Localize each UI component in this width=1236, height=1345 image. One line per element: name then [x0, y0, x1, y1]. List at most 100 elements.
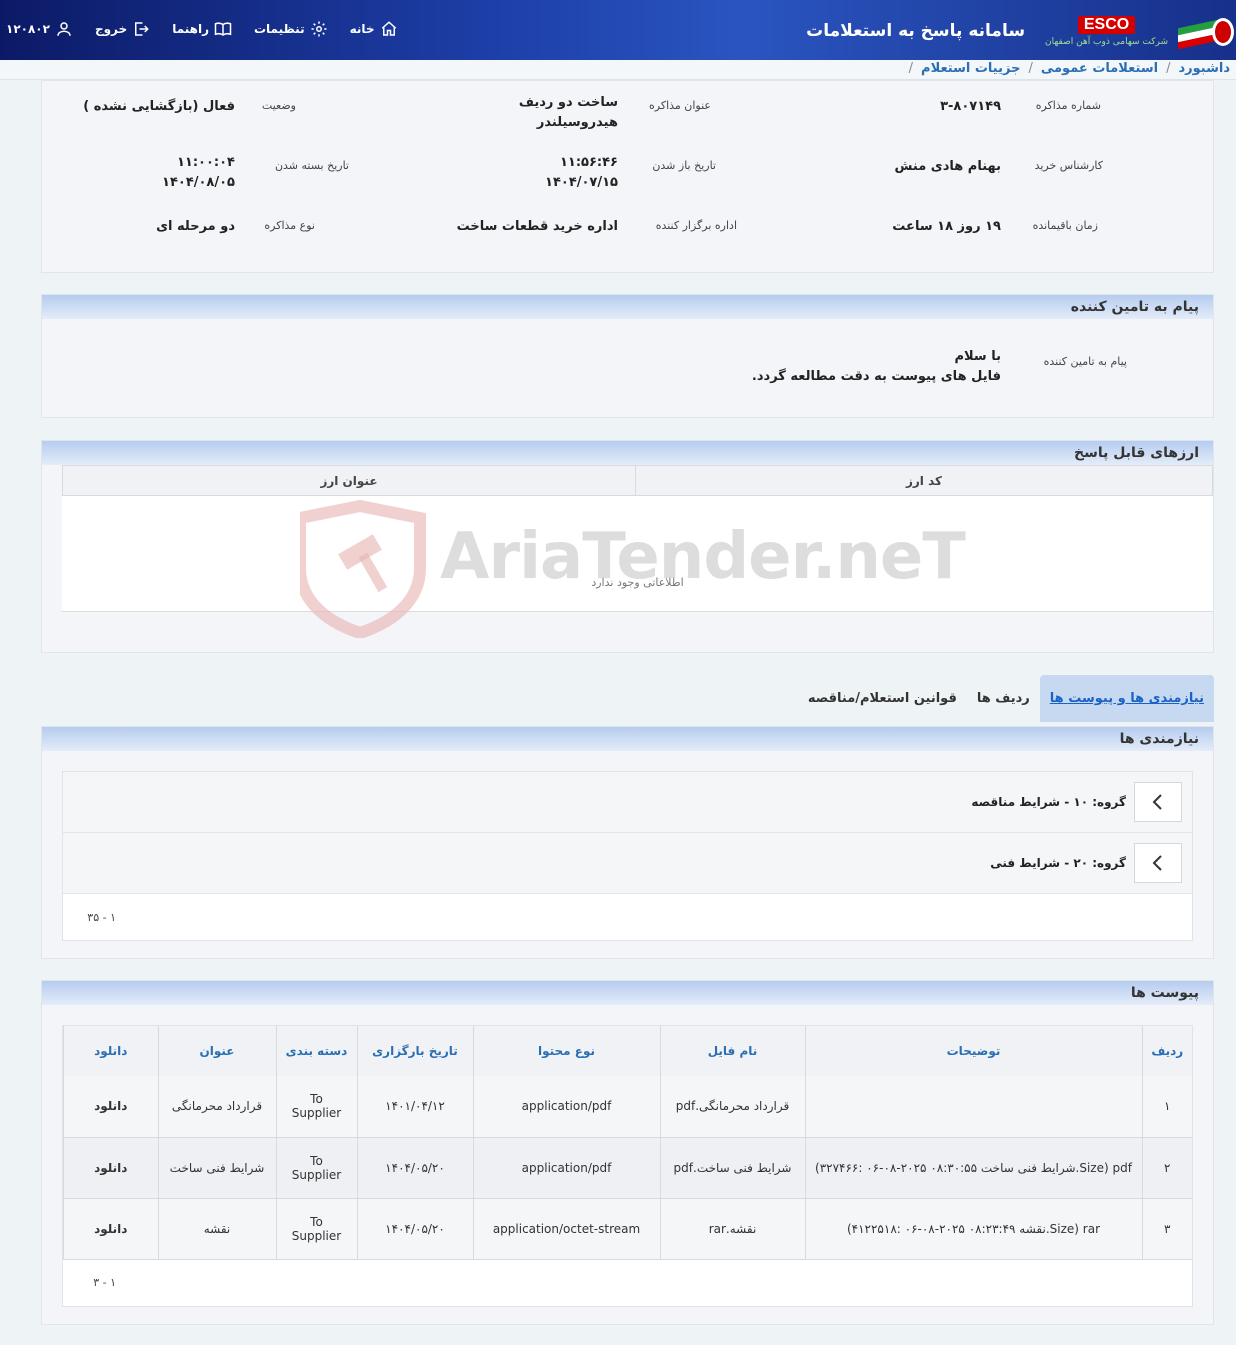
row-title: قرارداد محرمانگی	[157, 1076, 276, 1138]
breadcrumb-separator: /	[1028, 61, 1033, 76]
remaining-time: ۱۹ روز ۱۸ ساعت	[892, 219, 1001, 234]
close-date: ۱۴۰۴/۰۸/۰۵	[162, 175, 235, 190]
negotiation-number: ۳-۸۰۷۱۴۹	[940, 99, 1001, 114]
currency-code-header[interactable]: کد ارز	[635, 465, 1213, 496]
user-icon	[57, 22, 71, 36]
attachments-panel: پیوست ها ردیف توضیحات نام فایل نوع محتوا…	[41, 980, 1214, 1325]
empty-message: اطلاعاتی وجود ندارد	[591, 576, 684, 589]
group-label: گروه: ۱۰ - شرایط مناقصه	[971, 795, 1126, 809]
logout-button[interactable]: خروج	[95, 20, 150, 38]
requirements-panel: نیازمندی ها گروه: ۱۰ - شرایط مناقصه گروه…	[41, 726, 1214, 959]
supplier-message-line1: با سلام	[954, 349, 1001, 364]
col-content-type[interactable]: نوع محتوا	[472, 1026, 660, 1076]
breadcrumb-inquiry-details[interactable]: جزییات استعلام	[921, 61, 1020, 76]
esco-logo: ESCO شرکت سهامی ذوب آهن اصفهان	[1045, 15, 1168, 47]
logout-label: خروج	[94, 22, 128, 36]
table-row: ۳ rar (Size.نقشه ۰۸:۲۳:۴۹ ۲۰۲۵-۰۸-۰۶ :۴۱۲…	[63, 1198, 1192, 1260]
row-upload-date: ۱۴۰۴/۰۵/۲۰	[356, 1137, 473, 1199]
table-row: ۲ pdf (Size.شرایط فنی ساخت ۰۸:۳۰:۵۵ ۲۰۲۵-…	[63, 1137, 1192, 1199]
download-link[interactable]: دانلود	[63, 1137, 158, 1199]
row-filename: شرایط فنی ساخت.pdf	[659, 1137, 805, 1199]
supplier-message-text: با سلام فایل های پیوست به دقت مطالعه گرد…	[752, 347, 1001, 387]
row-category: To Supplier	[275, 1137, 357, 1199]
group-row[interactable]: گروه: ۱۰ - شرایط مناقصه	[63, 772, 1192, 833]
status-value: فعال (بازگشایی نشده )	[83, 99, 235, 114]
open-datetime: ۱۱:۵۶:۴۶ ۱۴۰۴/۰۷/۱۵	[518, 153, 618, 193]
close-datetime: ۱۱:۰۰:۰۴ ۱۴۰۴/۰۸/۰۵	[135, 153, 235, 193]
detail-tabs: نیازمندی ها و پیوست ها ردیف ها قوانین اس…	[798, 675, 1214, 722]
remaining-label: زمان باقیمانده	[1032, 219, 1098, 232]
home-button[interactable]: خانه	[350, 20, 398, 38]
row-number: ۳	[1141, 1198, 1192, 1260]
col-upload-date[interactable]: تاریخ بارگزاری	[356, 1026, 473, 1076]
requirements-pager: ۱ - ۳۵	[87, 910, 116, 924]
breadcrumb-public-inquiries[interactable]: استعلامات عمومی	[1041, 61, 1158, 76]
row-title: نقشه	[157, 1198, 276, 1260]
row-content-type: application/pdf	[472, 1076, 660, 1138]
chevron-left-icon	[1152, 794, 1162, 810]
row-number: ۲	[1141, 1137, 1192, 1199]
row-category: To Supplier	[275, 1076, 357, 1138]
home-label: خانه	[349, 22, 375, 36]
negotiation-title: ساخت دو ردیف هیدروسیلندر	[518, 95, 618, 130]
row-description: pdf (Size.شرایط فنی ساخت ۰۸:۳۰:۵۵ ۲۰۲۵-۰…	[804, 1137, 1142, 1199]
row-number: ۱	[1141, 1076, 1192, 1138]
row-upload-date: ۱۴۰۴/۰۵/۲۰	[356, 1198, 473, 1260]
user-id: ۱۲۰۸۰۲	[6, 22, 50, 36]
row-content-type: application/pdf	[472, 1137, 660, 1199]
tab-requirements-attachments[interactable]: نیازمندی ها و پیوست ها	[1039, 675, 1214, 722]
table-row: ۱ قرارداد محرمانگی.pdf application/pdf ۱۴۰۱…	[63, 1076, 1192, 1138]
close-time: ۱۱:۰۰:۰۴	[176, 155, 235, 170]
settings-label: تنظیمات	[253, 22, 305, 36]
group-row[interactable]: گروه: ۲۰ - شرایط فنی	[63, 833, 1192, 894]
currencies-empty-row: اطلاعاتی وجود ندارد	[62, 496, 1213, 612]
tab-rows[interactable]: ردیف ها	[967, 675, 1040, 722]
row-title: شرایط فنی ساخت	[157, 1137, 276, 1199]
user-menu[interactable]: ۱۲۰۸۰۲	[6, 20, 73, 38]
open-time: ۱۱:۵۶:۴۶	[559, 155, 618, 170]
col-description[interactable]: توضیحات	[804, 1026, 1142, 1076]
breadcrumb-dashboard[interactable]: داشبورد	[1178, 61, 1230, 76]
settings-button[interactable]: تنظیمات	[254, 20, 328, 38]
brand: ESCO شرکت سهامی ذوب آهن اصفهان سامانه پا…	[806, 8, 1234, 54]
supplier-message-panel: پیام به تامین کننده پیام به تامین کننده …	[41, 294, 1214, 418]
open-date-label: تاریخ باز شدن	[652, 159, 716, 172]
tab-rules[interactable]: قوانین استعلام/مناقصه	[798, 675, 967, 722]
row-description	[804, 1076, 1142, 1138]
top-menu: ۱۲۰۸۰۲ خروج راهنما تنظیمات خانه	[6, 20, 398, 38]
attachments-pager: ۱ - ۳	[93, 1276, 116, 1289]
expand-button[interactable]	[1134, 843, 1182, 883]
col-category[interactable]: دسته بندی	[275, 1026, 357, 1076]
col-row[interactable]: ردیف	[1141, 1026, 1192, 1076]
organizer-label: اداره برگزار کننده	[655, 219, 737, 232]
iran-flag-logo	[1178, 12, 1234, 50]
row-description: rar (Size.نقشه ۰۸:۲۳:۴۹ ۲۰۲۵-۰۸-۰۶ :۴۱۲۲…	[804, 1198, 1142, 1260]
breadcrumb-bar: داشبورد / استعلامات عمومی / جزییات استعل…	[0, 60, 1236, 80]
col-title[interactable]: عنوان	[157, 1026, 276, 1076]
col-download[interactable]: دانلود	[63, 1026, 158, 1076]
row-content-type: application/octet-stream	[472, 1198, 660, 1260]
supplier-message-label: پیام به تامین کننده	[1043, 355, 1127, 368]
expand-button[interactable]	[1134, 782, 1182, 822]
breadcrumb-separator: /	[908, 61, 914, 76]
esco-label: ESCO	[1077, 15, 1136, 34]
book-icon	[214, 22, 232, 36]
download-link[interactable]: دانلود	[63, 1076, 158, 1138]
system-title: سامانه پاسخ به استعلامات	[806, 21, 1026, 41]
col-filename[interactable]: نام فایل	[659, 1026, 805, 1076]
status-label: وضعیت	[261, 99, 296, 112]
breadcrumb: داشبورد / استعلامات عمومی / جزییات استعل…	[909, 61, 1230, 76]
row-filename: نقشه.rar	[659, 1198, 805, 1260]
breadcrumb-separator: /	[1166, 61, 1171, 76]
download-link[interactable]: دانلود	[63, 1198, 158, 1260]
open-date: ۱۴۰۴/۰۷/۱۵	[545, 175, 618, 190]
close-date-label: تاریخ بسته شدن	[274, 159, 349, 172]
row-filename: قرارداد محرمانگی.pdf	[659, 1076, 805, 1138]
attachments-table: ردیف توضیحات نام فایل نوع محتوا تاریخ با…	[63, 1026, 1192, 1260]
guide-button[interactable]: راهنما	[172, 20, 232, 38]
supplier-message-heading: پیام به تامین کننده	[42, 295, 1213, 319]
currency-title-header[interactable]: عنوان ارز	[62, 465, 636, 496]
inquiry-info-panel: شماره مذاکره ۳-۸۰۷۱۴۹ عنوان مذاکره ساخت …	[41, 80, 1214, 273]
row-category: To Supplier	[275, 1198, 357, 1260]
attachments-body: ۱ قرارداد محرمانگی.pdf application/pdf ۱۴۰۱…	[63, 1076, 1192, 1260]
